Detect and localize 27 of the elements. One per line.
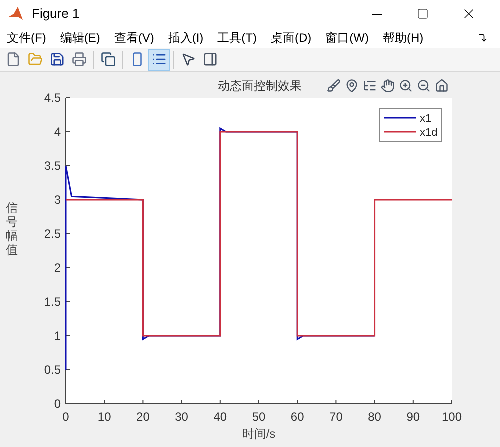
y-tick-label: 4: [54, 125, 61, 139]
y-tick-label: 3: [54, 193, 61, 207]
y-tick-label: 3.5: [44, 159, 61, 173]
y-tick-label: 4.5: [44, 91, 61, 105]
chart-title: 动态面控制效果: [218, 79, 302, 93]
y-tick-label: 1: [54, 329, 61, 343]
x-tick-label: 20: [136, 410, 150, 424]
y-tick-label: 0.5: [44, 363, 61, 377]
x-tick-label: 60: [290, 410, 304, 424]
x-tick-label: 70: [330, 410, 343, 424]
x-axis-label: 时间/s: [242, 427, 276, 441]
window-title: Figure 1: [32, 5, 80, 24]
x-tick-label: 40: [214, 410, 228, 424]
y-tick-label: 0: [54, 397, 61, 411]
x-tick-label: 80: [368, 410, 382, 424]
x-tick-label: 50: [252, 410, 266, 424]
x-tick-label: 10: [98, 410, 112, 424]
y-tick-label: 2.5: [44, 227, 61, 241]
y-tick-label: 2: [54, 261, 61, 275]
y-axis-label: 信号幅值: [6, 201, 18, 257]
x-tick-label: 100: [442, 410, 462, 424]
legend-label: x1d: [420, 127, 438, 139]
x-tick-label: 30: [175, 410, 188, 424]
legend-label: x1: [420, 113, 432, 125]
x-tick-label: 90: [406, 410, 420, 424]
y-tick-label: 1.5: [44, 295, 61, 309]
x-tick-label: 0: [62, 410, 70, 424]
